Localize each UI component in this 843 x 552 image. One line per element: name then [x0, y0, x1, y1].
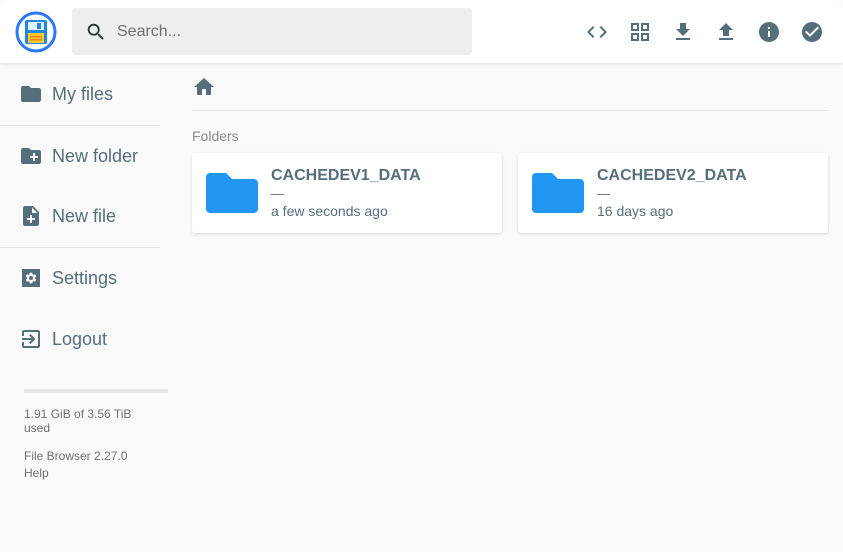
main-content: Folders CACHEDEV1_DATA — a few seconds a… — [192, 63, 828, 552]
breadcrumb — [192, 75, 216, 99]
storage-usage-text: 1.91 GiB of 3.56 TiB used — [24, 407, 132, 435]
select-multiple-button[interactable] — [790, 16, 833, 48]
toggle-shell-button[interactable] — [575, 16, 618, 48]
help-link[interactable]: Help — [24, 466, 49, 480]
sidebar-item-settings[interactable]: Settings — [0, 248, 160, 308]
sidebar-item-new-folder[interactable]: New folder — [0, 126, 160, 186]
folder-icon — [206, 173, 258, 213]
folder-modified: a few seconds ago — [271, 203, 388, 219]
breadcrumb-divider — [192, 110, 828, 111]
folder-icon — [532, 173, 584, 213]
grid-view-icon — [630, 23, 649, 41]
search-icon — [87, 23, 104, 40]
sidebar-item-my-files[interactable]: My files — [0, 64, 160, 124]
folder-size: — — [271, 186, 284, 201]
header-bar — [0, 0, 843, 63]
app-version: File Browser 2.27.0 — [24, 449, 128, 463]
sidebar-item-label: My files — [52, 83, 114, 104]
download-icon — [675, 23, 690, 40]
settings-icon — [22, 269, 40, 287]
storage-usage-bar — [24, 389, 168, 393]
folders-section-title: Folders — [192, 128, 239, 144]
sidebar-item-label: New file — [52, 205, 117, 226]
sidebar: My files New folder New file Settings Lo… — [0, 63, 168, 552]
check-circle-icon — [801, 22, 822, 42]
note-add-icon — [23, 206, 39, 226]
search-input[interactable] — [117, 22, 447, 41]
folder-size: — — [597, 186, 610, 201]
file-browser-logo-icon[interactable] — [15, 11, 57, 53]
header-actions — [575, 16, 833, 48]
create-new-folder-icon — [21, 148, 41, 164]
file-browser-app: My files New folder New file Settings Lo… — [0, 0, 843, 552]
upload-icon — [718, 23, 733, 40]
upload-button[interactable] — [704, 16, 747, 48]
search-bar[interactable] — [72, 8, 472, 55]
sidebar-item-new-file[interactable]: New file — [0, 186, 160, 246]
folder-name: CACHEDEV1_DATA — [271, 167, 421, 184]
info-button[interactable] — [747, 16, 790, 48]
folder-item[interactable]: CACHEDEV1_DATA — a few seconds ago — [192, 153, 502, 233]
sidebar-item-label: Logout — [52, 328, 108, 349]
code-icon — [586, 26, 607, 38]
switch-view-button[interactable] — [618, 16, 661, 48]
folder-modified: 16 days ago — [597, 203, 674, 219]
folder-item[interactable]: CACHEDEV2_DATA — 16 days ago — [518, 153, 828, 233]
home-icon[interactable] — [192, 75, 216, 99]
download-button[interactable] — [661, 16, 704, 48]
sidebar-item-logout[interactable]: Logout — [0, 309, 160, 369]
info-icon — [758, 22, 779, 42]
sidebar-item-label: New folder — [52, 145, 139, 166]
folder-icon — [21, 86, 41, 102]
folder-name: CACHEDEV2_DATA — [597, 167, 747, 184]
logout-icon — [22, 330, 40, 348]
sidebar-item-label: Settings — [52, 267, 118, 288]
